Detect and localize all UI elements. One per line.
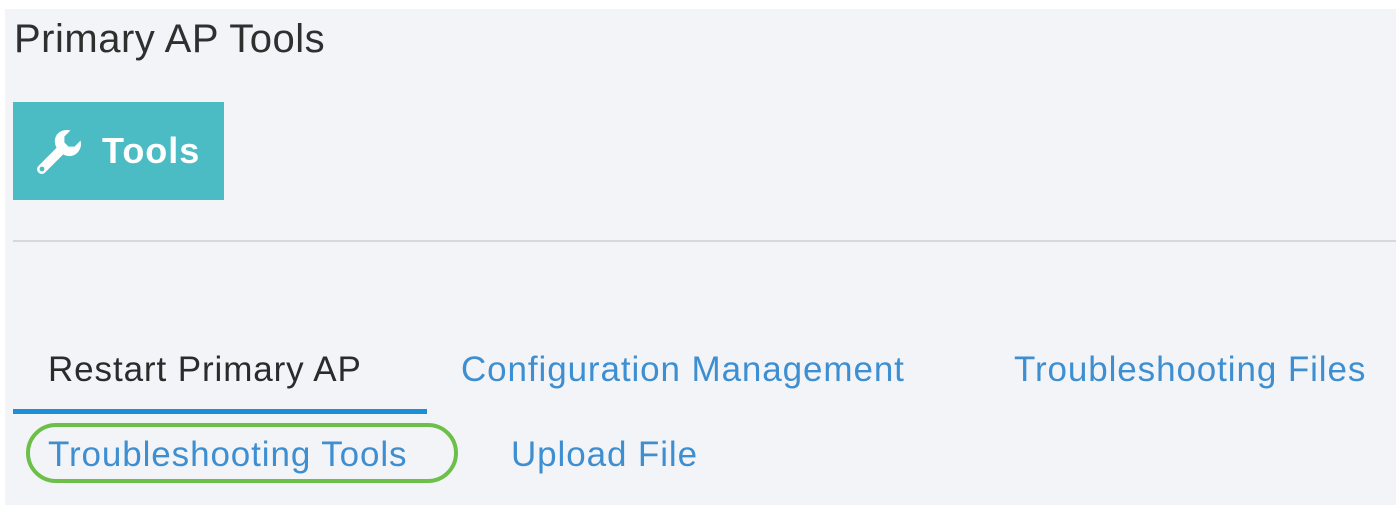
tools-button[interactable]: Tools (13, 102, 224, 200)
page-title: Primary AP Tools (14, 17, 326, 61)
tab-troubleshooting-files[interactable]: Troubleshooting Files (1014, 350, 1366, 390)
tab-upload-file[interactable]: Upload File (511, 435, 698, 475)
tools-button-label: Tools (102, 130, 201, 171)
highlight-annotation (26, 423, 458, 483)
wrench-icon (33, 126, 83, 176)
tab-configuration-management[interactable]: Configuration Management (461, 350, 905, 390)
section-divider (13, 240, 1396, 242)
active-tab-indicator (13, 409, 427, 414)
tab-restart-primary-ap[interactable]: Restart Primary AP (48, 350, 362, 390)
